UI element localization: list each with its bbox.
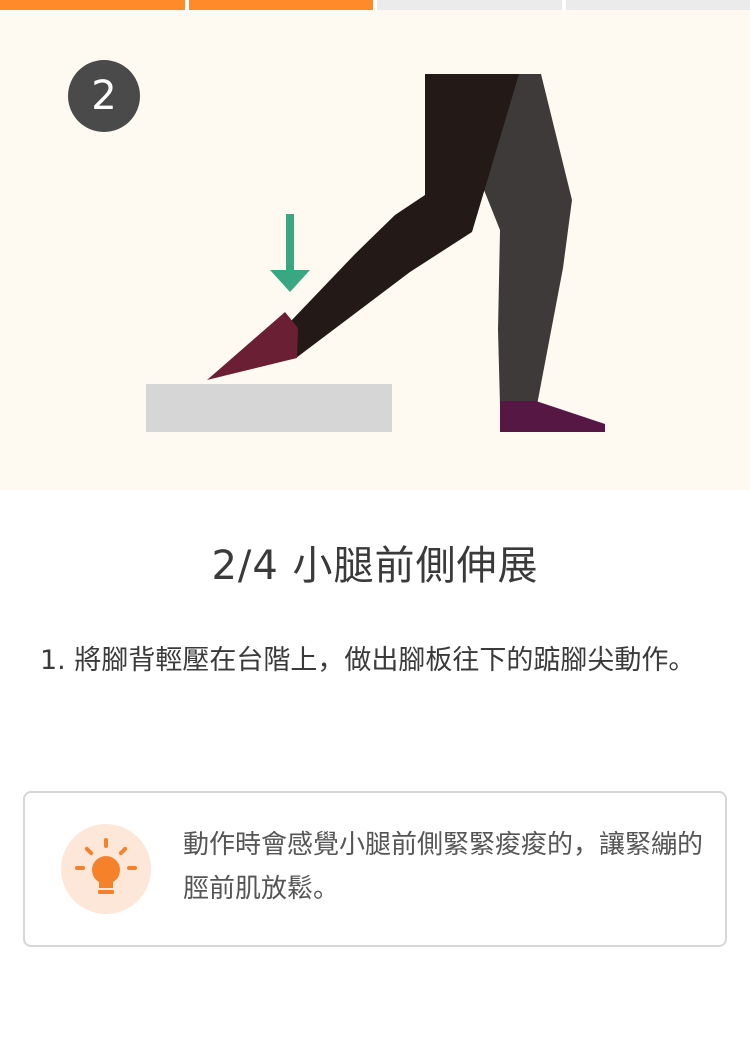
front-leg <box>290 74 519 358</box>
progress-bar <box>0 0 750 10</box>
lightbulb-icon <box>61 824 151 914</box>
exercise-title: 2/4 小腿前側伸展 <box>211 543 539 589</box>
front-foot <box>207 312 298 380</box>
tip-box: 動作時會感覺小腿前側緊緊痠痠的，讓緊繃的脛前肌放鬆。 <box>23 791 727 947</box>
progress-segment-1 <box>0 0 185 10</box>
arrow-down-icon <box>270 214 310 292</box>
exercise-illustration: 2 <box>0 10 750 490</box>
back-foot <box>500 401 605 432</box>
step-platform <box>146 384 392 432</box>
progress-segment-2 <box>188 0 373 10</box>
progress-segment-4 <box>565 0 750 10</box>
progress-segment-3 <box>377 0 562 10</box>
exercise-instruction: 1. 將腳背輕壓在台階上，做出腳板往下的踮腳尖動作。 <box>40 645 696 676</box>
tip-text: 動作時會感覺小腿前側緊緊痠痠的，讓緊繃的脛前肌放鬆。 <box>183 830 704 904</box>
step-number-badge: 2 <box>68 60 140 132</box>
